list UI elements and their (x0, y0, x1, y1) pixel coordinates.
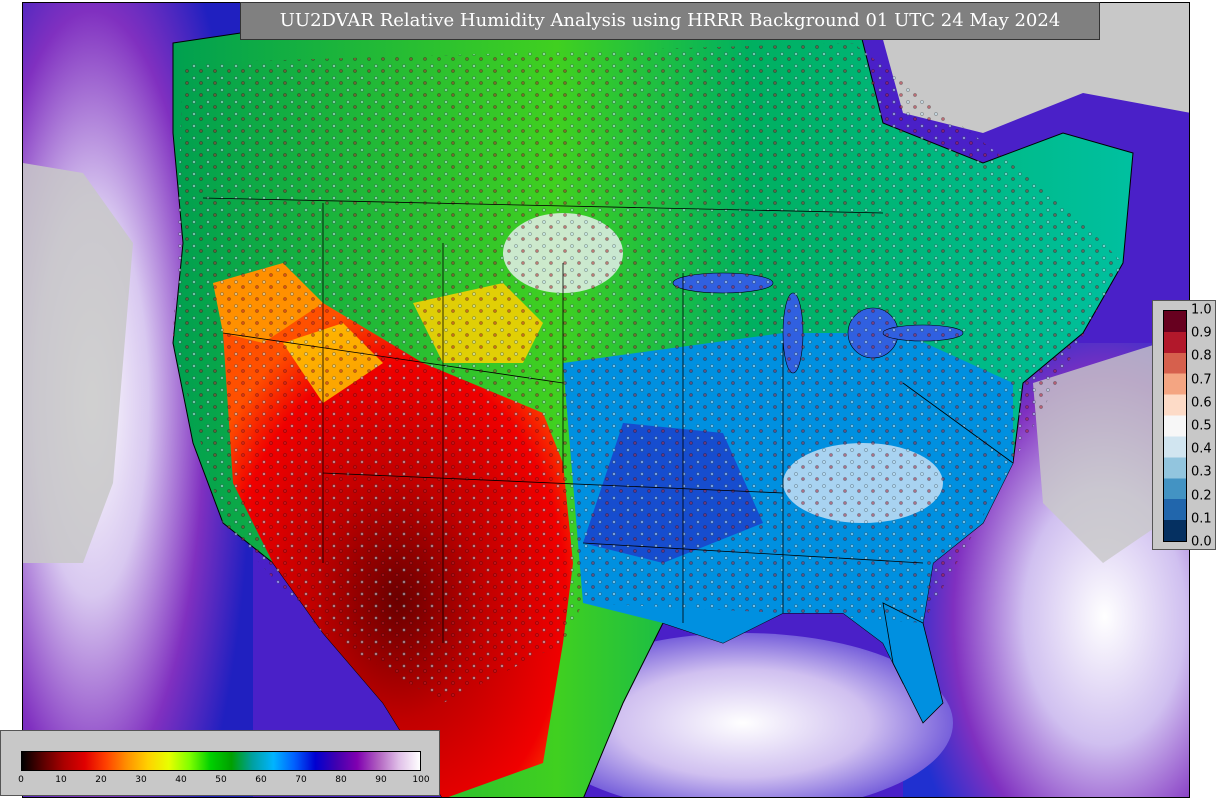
fraction-tick-label: 0.2 (1191, 488, 1212, 504)
fraction-tick-label: 0.8 (1191, 348, 1212, 364)
percent-tick-label: 100 (412, 775, 430, 785)
percent-tick-label: 0 (18, 775, 24, 785)
humidity-percent-legend: 0 10 20 30 40 50 60 70 80 90 100 (0, 730, 440, 796)
percent-tick-label: 50 (215, 775, 227, 785)
percent-tick-label: 70 (295, 775, 307, 785)
fraction-tick-label: 0.0 (1191, 534, 1212, 550)
humidity-map (22, 2, 1190, 798)
fraction-tick-label: 0.4 (1191, 441, 1212, 457)
fraction-tick-label: 0.1 (1191, 511, 1212, 527)
percent-tick-label: 80 (335, 775, 347, 785)
percent-colorbar (21, 751, 421, 771)
percent-tick-label: 20 (95, 775, 107, 785)
percent-tick-label: 30 (135, 775, 147, 785)
percent-tick-label: 10 (55, 775, 67, 785)
fraction-colorbar (1163, 310, 1187, 542)
percent-tick-label: 60 (255, 775, 267, 785)
fraction-tick-label: 1.0 (1191, 302, 1212, 318)
humidity-map-svg (23, 3, 1189, 797)
fraction-tick-label: 0.7 (1191, 372, 1212, 388)
fraction-tick-label: 0.5 (1191, 418, 1212, 434)
fraction-tick-label: 0.9 (1191, 325, 1212, 341)
fraction-tick-label: 0.3 (1191, 464, 1212, 480)
station-fraction-legend: 1.0 0.9 0.8 0.7 0.6 0.5 0.4 0.3 0.2 0.1 0.0 (1152, 300, 1216, 550)
percent-tick-label: 90 (375, 775, 387, 785)
fraction-tick-label: 0.6 (1191, 395, 1212, 411)
map-title: UU2DVAR Relative Humidity Analysis using… (240, 2, 1100, 40)
percent-tick-label: 40 (175, 775, 187, 785)
